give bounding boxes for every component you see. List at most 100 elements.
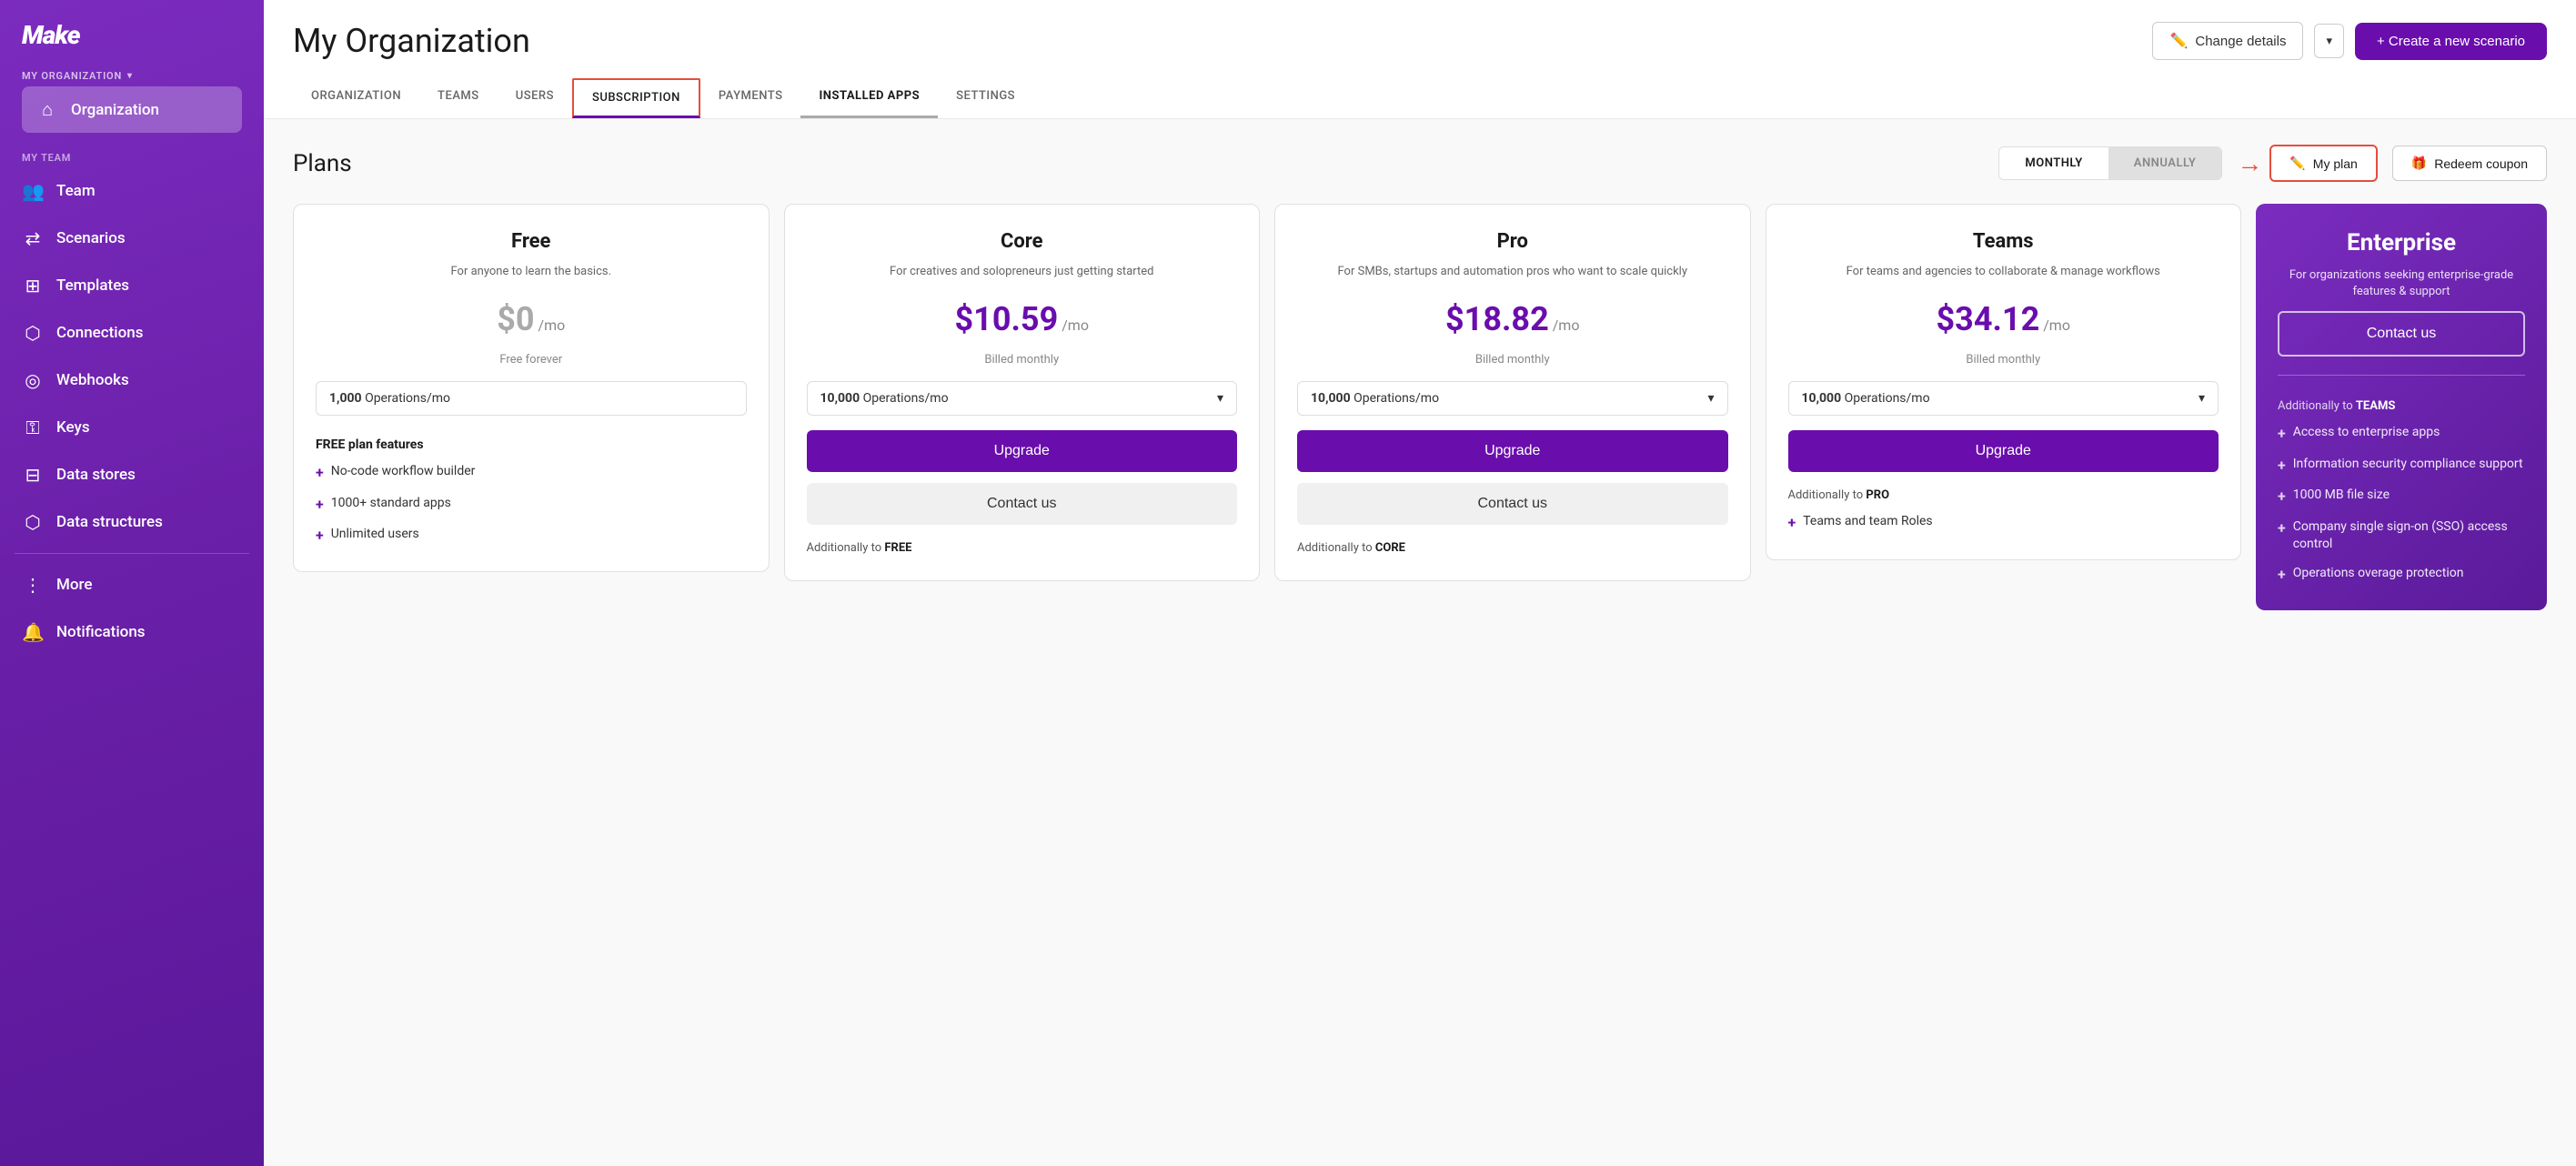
plan-name-free: Free bbox=[316, 230, 747, 253]
ops-dropdown-icon: ▾ bbox=[2199, 391, 2205, 406]
templates-icon: ⊞ bbox=[22, 275, 44, 297]
price-amount-core: $10.59 bbox=[955, 300, 1059, 338]
pro-additionally-label: Additionally to CORE bbox=[1297, 541, 1728, 555]
arrow-indicator: → bbox=[2237, 148, 2262, 178]
sidebar-item-templates[interactable]: ⊞ Templates bbox=[7, 263, 257, 308]
plan-name-pro: Pro bbox=[1297, 230, 1728, 253]
sidebar-item-organization[interactable]: ⌂ Organization bbox=[22, 86, 242, 133]
team-icon: 👥 bbox=[22, 180, 44, 202]
price-mo-core: /mo bbox=[1062, 317, 1089, 334]
price-mo-pro: /mo bbox=[1553, 317, 1580, 334]
sidebar-item-more[interactable]: ⋮ More bbox=[7, 562, 257, 608]
plan-price-core: $10.59 /mo bbox=[807, 300, 1238, 338]
ops-dropdown-icon: ▾ bbox=[1707, 391, 1714, 406]
edit-plan-icon: ✏️ bbox=[2289, 156, 2305, 171]
org-chevron-icon: ▾ bbox=[127, 71, 133, 81]
sidebar-item-keys[interactable]: ⚿ Keys bbox=[7, 405, 257, 450]
app-logo: Make bbox=[0, 0, 264, 66]
sidebar-org-label[interactable]: MY ORGANIZATION ▾ bbox=[15, 66, 249, 85]
nav-tabs: ORGANIZATION TEAMS USERS SUBSCRIPTION PA… bbox=[293, 78, 2547, 118]
tab-teams[interactable]: TEAMS bbox=[419, 78, 498, 118]
enterprise-feature-4: + Company single sign-on (SSO) access co… bbox=[2278, 518, 2525, 554]
plan-card-pro: Pro For SMBs, startups and automation pr… bbox=[1274, 204, 1751, 581]
tab-organization[interactable]: ORGANIZATION bbox=[293, 78, 419, 118]
subscription-content: Plans MONTHLY ANNUALLY → ✏️ My plan 🎁 Re… bbox=[264, 119, 2576, 1166]
plan-name-core: Core bbox=[807, 230, 1238, 253]
edit-icon: ✏️ bbox=[2169, 32, 2188, 50]
sidebar: Make MY ORGANIZATION ▾ ⌂ Organization MY… bbox=[0, 0, 264, 1166]
sidebar-item-connections[interactable]: ⬡ Connections bbox=[7, 310, 257, 356]
gift-icon: 🎁 bbox=[2411, 156, 2427, 171]
core-upgrade-button[interactable]: Upgrade bbox=[807, 430, 1238, 472]
data-stores-icon: ⊟ bbox=[22, 464, 44, 486]
enterprise-additionally-label: Additionally to TEAMS bbox=[2278, 399, 2525, 413]
pro-ops-selector[interactable]: 10,000 Operations/mo ▾ bbox=[1297, 381, 1728, 416]
plan-card-free: Free For anyone to learn the basics. $0 … bbox=[293, 204, 770, 572]
change-details-button[interactable]: ✏️ Change details bbox=[2152, 22, 2303, 60]
plans-header: Plans MONTHLY ANNUALLY → ✏️ My plan 🎁 Re… bbox=[293, 145, 2547, 182]
plan-description-pro: For SMBs, startups and automation pros w… bbox=[1297, 264, 1728, 280]
sidebar-item-scenarios[interactable]: ⇄ Scenarios bbox=[7, 216, 257, 261]
free-feature-2: + 1000+ standard apps bbox=[316, 495, 747, 515]
enterprise-divider bbox=[2278, 375, 2525, 376]
header-actions: ✏️ Change details ▾ + Create a new scena… bbox=[2152, 22, 2547, 60]
tab-users[interactable]: USERS bbox=[498, 78, 572, 118]
notifications-icon: 🔔 bbox=[22, 621, 44, 643]
ops-dropdown-icon: ▾ bbox=[1217, 391, 1223, 406]
tab-settings[interactable]: SETTINGS bbox=[938, 78, 1033, 118]
billing-annually-option[interactable]: ANNUALLY bbox=[2108, 147, 2222, 179]
sidebar-item-data-stores[interactable]: ⊟ Data stores bbox=[7, 452, 257, 498]
enterprise-feature-1: + Access to enterprise apps bbox=[2278, 424, 2525, 444]
free-feature-1: + No-code workflow builder bbox=[316, 463, 747, 483]
tab-installed-apps[interactable]: INSTALLED APPS bbox=[800, 78, 938, 118]
connections-icon: ⬡ bbox=[22, 322, 44, 344]
enterprise-feature-3: + 1000 MB file size bbox=[2278, 487, 2525, 507]
pro-upgrade-button[interactable]: Upgrade bbox=[1297, 430, 1728, 472]
plans-title: Plans bbox=[293, 150, 352, 177]
price-mo-free: /mo bbox=[538, 317, 566, 334]
plan-name-teams: Teams bbox=[1788, 230, 2219, 253]
core-contact-button[interactable]: Contact us bbox=[807, 483, 1238, 525]
keys-icon: ⚿ bbox=[22, 417, 44, 438]
plan-description-teams: For teams and agencies to collaborate & … bbox=[1788, 264, 2219, 280]
home-icon: ⌂ bbox=[36, 98, 58, 121]
plans-header-right: MONTHLY ANNUALLY → ✏️ My plan 🎁 Redeem c… bbox=[1998, 145, 2547, 182]
sidebar-item-notifications[interactable]: 🔔 Notifications bbox=[7, 609, 257, 655]
sidebar-item-webhooks[interactable]: ◎ Webhooks bbox=[7, 357, 257, 403]
plan-description-enterprise: For organizations seeking enterprise-gra… bbox=[2278, 267, 2525, 300]
change-details-dropdown-button[interactable]: ▾ bbox=[2314, 24, 2344, 58]
plan-price-pro: $18.82 /mo bbox=[1297, 300, 1728, 338]
teams-additionally-label: Additionally to PRO bbox=[1788, 488, 2219, 502]
price-billing-pro: Billed monthly bbox=[1297, 353, 1728, 367]
team-section-label: MY TEAM bbox=[0, 141, 264, 167]
pro-contact-button[interactable]: Contact us bbox=[1297, 483, 1728, 525]
plan-name-enterprise: Enterprise bbox=[2278, 229, 2525, 256]
plan-price-teams: $34.12 /mo bbox=[1788, 300, 2219, 338]
teams-ops-selector[interactable]: 10,000 Operations/mo ▾ bbox=[1788, 381, 2219, 416]
free-feature-3: + Unlimited users bbox=[316, 526, 747, 546]
price-amount-pro: $18.82 bbox=[1445, 300, 1549, 338]
core-ops-selector[interactable]: 10,000 Operations/mo ▾ bbox=[807, 381, 1238, 416]
enterprise-contact-button[interactable]: Contact us bbox=[2278, 311, 2525, 357]
billing-monthly-option[interactable]: MONTHLY bbox=[1999, 147, 2108, 179]
plan-card-core: Core For creatives and solopreneurs just… bbox=[784, 204, 1261, 581]
plan-description-core: For creatives and solopreneurs just gett… bbox=[807, 264, 1238, 280]
tab-payments[interactable]: PAYMENTS bbox=[700, 78, 801, 118]
sidebar-item-data-structures[interactable]: ⬡ Data structures bbox=[7, 499, 257, 545]
create-scenario-button[interactable]: + Create a new scenario bbox=[2355, 23, 2547, 60]
data-structures-icon: ⬡ bbox=[22, 511, 44, 533]
plan-description-free: For anyone to learn the basics. bbox=[316, 264, 747, 280]
scenarios-icon: ⇄ bbox=[22, 227, 44, 249]
webhooks-icon: ◎ bbox=[22, 369, 44, 391]
teams-upgrade-button[interactable]: Upgrade bbox=[1788, 430, 2219, 472]
my-plan-button[interactable]: ✏️ My plan bbox=[2269, 145, 2377, 182]
sidebar-item-team[interactable]: 👥 Team bbox=[7, 168, 257, 214]
plan-card-teams: Teams For teams and agencies to collabor… bbox=[1766, 204, 2242, 560]
billing-toggle: MONTHLY ANNUALLY bbox=[1998, 146, 2222, 180]
teams-feature-1: + Teams and team Roles bbox=[1788, 513, 2219, 533]
main-content-area: My Organization ✏️ Change details ▾ + Cr… bbox=[264, 0, 2576, 1166]
redeem-coupon-button[interactable]: 🎁 Redeem coupon bbox=[2392, 146, 2547, 181]
tab-subscription[interactable]: SUBSCRIPTION bbox=[572, 78, 700, 118]
price-amount-free: $0 bbox=[497, 300, 534, 338]
price-amount-teams: $34.12 bbox=[1937, 300, 2040, 338]
